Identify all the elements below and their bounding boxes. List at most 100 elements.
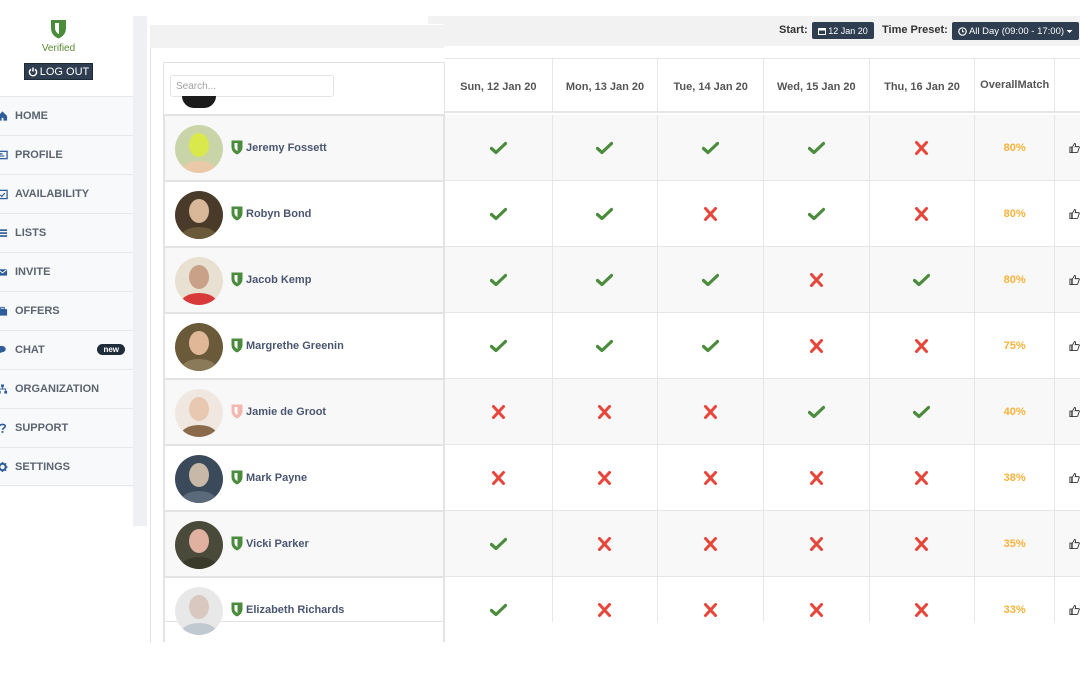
avatar[interactable] <box>175 191 223 239</box>
avatar[interactable] <box>175 323 223 371</box>
sidebar-item-invite[interactable]: INVITE <box>0 252 133 291</box>
avatar[interactable] <box>175 125 223 173</box>
column-header-day: Tue, 14 Jan 20 <box>658 59 764 111</box>
person-name[interactable]: Margrethe Greenin <box>246 340 344 352</box>
unavailable-cell <box>870 445 976 510</box>
sidebar-item-availability[interactable]: AVAILABILITY <box>0 174 133 213</box>
search-input[interactable] <box>170 75 334 97</box>
person-row[interactable]: Robyn Bond <box>163 180 445 246</box>
home-icon <box>0 111 8 121</box>
time-preset-value: All Day (09:00 - 17:00) <box>968 25 1065 37</box>
start-date-button[interactable]: 12 Jan 20 <box>812 22 874 39</box>
unavailable-cell <box>764 445 870 510</box>
cross-icon <box>491 470 505 485</box>
avatar[interactable] <box>175 587 223 635</box>
sidebar-profile-area: Verified LOG OUT <box>0 0 133 96</box>
overall-match-cell: 75% <box>975 313 1055 378</box>
unavailable-cell <box>870 511 976 576</box>
overall-match-cell: 40% <box>975 379 1055 444</box>
available-cell <box>445 115 553 180</box>
matrix-row: 38% <box>445 445 1080 511</box>
logout-button[interactable]: LOG OUT <box>24 63 93 80</box>
match-percent: 38% <box>1003 471 1026 484</box>
availability-matrix: Sun, 12 Jan 20 Mon, 13 Jan 20 Tue, 14 Jan … <box>445 58 1080 113</box>
overall-match-cell: 80% <box>975 247 1055 312</box>
sidebar-item-home[interactable]: HOME <box>0 96 133 135</box>
available-cell <box>445 313 553 378</box>
person-row[interactable]: Jeremy Fossett <box>163 114 445 180</box>
overall-match-cell: 80% <box>975 181 1055 246</box>
person-row[interactable]: Jamie de Groot <box>163 378 445 444</box>
app-root: Verified LOG OUT HOME PROFILE AVAILABILI… <box>0 0 1080 675</box>
person-name[interactable]: Vicki Parker <box>246 538 309 550</box>
check-icon <box>596 339 614 352</box>
list-icon <box>0 229 8 237</box>
cross-icon <box>704 536 718 551</box>
overall-match-cell: 80% <box>975 115 1055 180</box>
thumbs-up-button[interactable] <box>1055 379 1080 444</box>
check-icon <box>489 273 507 286</box>
avatar[interactable] <box>175 455 223 503</box>
match-percent: 40% <box>1003 405 1026 418</box>
verified-shield-icon <box>51 20 66 39</box>
person-name[interactable]: Jacob Kemp <box>246 274 311 286</box>
avatar[interactable] <box>175 389 223 437</box>
check-icon <box>807 207 825 220</box>
thumbs-up-icon <box>1069 406 1080 417</box>
thumbs-up-button[interactable] <box>1055 115 1080 180</box>
sidebar-item-chat[interactable]: CHAT new <box>0 330 133 369</box>
thumbs-up-button[interactable] <box>1055 445 1080 510</box>
avatar[interactable] <box>175 257 223 305</box>
person-name[interactable]: Mark Payne <box>246 472 307 484</box>
thumbs-up-button[interactable] <box>1055 511 1080 576</box>
available-cell <box>870 379 976 444</box>
people-list: Jeremy Fossett Robyn Bond Jacob Kemp Mar… <box>163 114 445 642</box>
check-icon <box>913 273 931 286</box>
sidebar-item-label: HOME <box>15 110 48 122</box>
check-icon <box>596 273 614 286</box>
caret-down-icon <box>1066 29 1073 33</box>
time-preset-dropdown[interactable]: All Day (09:00 - 17:00) <box>952 22 1079 40</box>
person-name[interactable]: Robyn Bond <box>246 208 311 220</box>
sidebar-item-label: ORGANIZATION <box>15 383 100 395</box>
sidebar-item-lists[interactable]: LISTS <box>0 213 133 252</box>
person-row[interactable]: Mark Payne <box>163 444 445 510</box>
overall-header-line1: Overall <box>980 79 1018 91</box>
thumbs-up-button[interactable] <box>1055 313 1080 378</box>
person-row[interactable]: Jacob Kemp <box>163 246 445 312</box>
person-row[interactable]: Vicki Parker <box>163 510 445 576</box>
sidebar-item-settings[interactable]: SETTINGS <box>0 447 133 486</box>
avatar[interactable] <box>175 521 223 569</box>
check-icon <box>596 141 614 154</box>
person-name[interactable]: Elizabeth Richards <box>246 604 344 616</box>
id-card-icon <box>0 150 8 160</box>
sidebar-item-support[interactable]: SUPPORT <box>0 408 133 447</box>
sidebar-item-profile[interactable]: PROFILE <box>0 135 133 174</box>
available-cell <box>445 577 553 622</box>
matrix-row: 40% <box>445 379 1080 445</box>
available-cell <box>764 115 870 180</box>
person-row[interactable]: Elizabeth Richards <box>163 576 445 642</box>
unavailable-cell <box>658 511 764 576</box>
cross-icon <box>704 470 718 485</box>
column-header-day: Wed, 15 Jan 20 <box>764 59 870 111</box>
person-name[interactable]: Jamie de Groot <box>246 406 326 418</box>
cross-icon <box>915 206 929 221</box>
sidebar: Verified LOG OUT HOME PROFILE AVAILABILI… <box>0 0 133 487</box>
thumbs-up-button[interactable] <box>1055 247 1080 312</box>
available-cell <box>553 181 659 246</box>
chat-icon <box>0 345 6 354</box>
thumbs-up-icon <box>1069 604 1080 615</box>
calendar-icon <box>818 27 827 35</box>
unavailable-cell <box>445 379 553 444</box>
sidebar-item-offers[interactable]: OFFERS <box>0 291 133 330</box>
thumbs-up-button[interactable] <box>1055 181 1080 246</box>
sidebar-nav: HOME PROFILE AVAILABILITY LISTS INVITE O… <box>0 96 133 486</box>
sidebar-item-organization[interactable]: ORGANIZATION <box>0 369 133 408</box>
thumbs-up-button[interactable] <box>1055 577 1080 622</box>
sidebar-item-label: INVITE <box>15 266 51 278</box>
person-row[interactable]: Margrethe Greenin <box>163 312 445 378</box>
check-icon <box>489 603 507 616</box>
verified-label: Verified <box>41 43 76 54</box>
person-name[interactable]: Jeremy Fossett <box>246 142 327 154</box>
